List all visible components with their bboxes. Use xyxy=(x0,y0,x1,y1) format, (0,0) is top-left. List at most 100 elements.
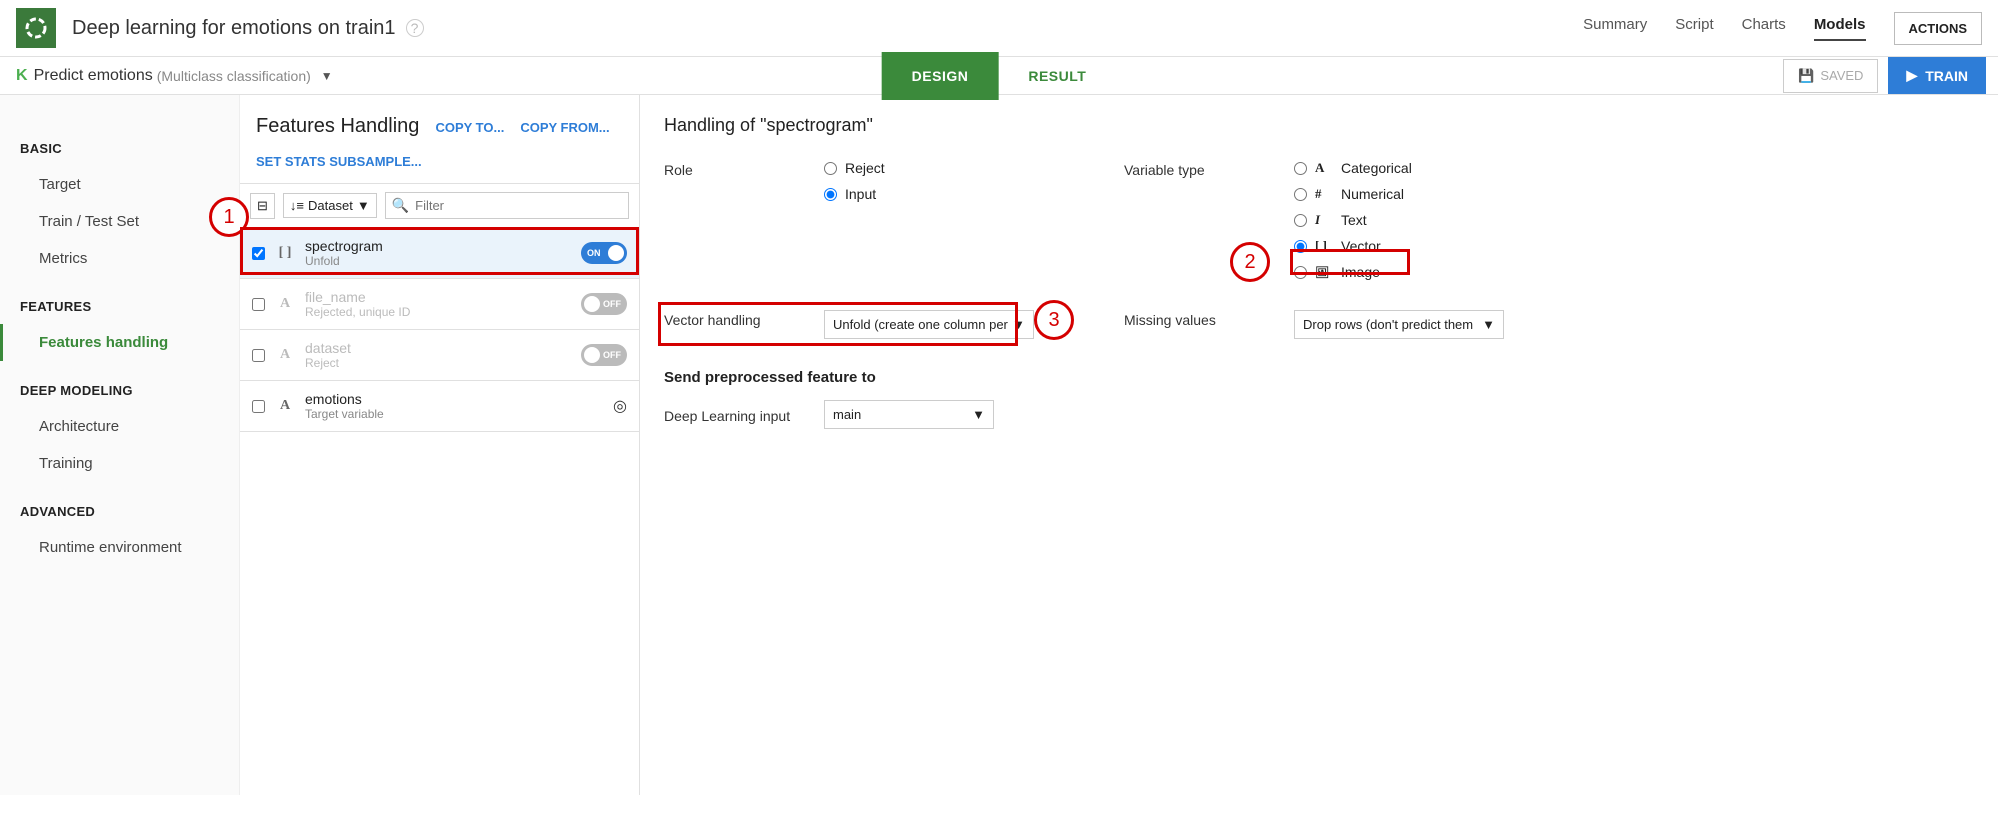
vartype-categorical[interactable]: A Categorical xyxy=(1294,160,1514,176)
vartype-text-radio[interactable] xyxy=(1294,214,1307,227)
vartype-vector[interactable]: [ ] Vector xyxy=(1294,238,1514,254)
feature-row-dataset[interactable]: A dataset Reject OFF xyxy=(240,330,639,381)
missing-values-value: Drop rows (don't predict them xyxy=(1303,317,1473,332)
feature-toggle[interactable]: ON xyxy=(581,242,627,264)
subsample-button[interactable]: SET STATS SUBSAMPLE... xyxy=(256,154,422,169)
saved-label: SAVED xyxy=(1820,68,1863,83)
vartype-numerical-radio[interactable] xyxy=(1294,188,1307,201)
text-type-icon: A xyxy=(275,347,295,363)
filter-input[interactable] xyxy=(415,198,622,213)
sidebar-section-features: FEATURES xyxy=(0,289,239,324)
role-input-radio[interactable] xyxy=(824,188,837,201)
sidebar-item-traintest[interactable]: Train / Test Set 1 xyxy=(0,203,239,240)
vartype-image-label: Image xyxy=(1341,264,1380,280)
help-icon[interactable]: ? xyxy=(406,19,424,37)
top-header: Deep learning for emotions on train1 ? S… xyxy=(0,0,1998,57)
numerical-icon: # xyxy=(1315,186,1333,202)
feature-checkbox[interactable] xyxy=(252,400,265,413)
tab-design[interactable]: DESIGN xyxy=(882,52,999,100)
role-input[interactable]: Input xyxy=(824,186,1104,202)
sub-caret-icon[interactable]: ▼ xyxy=(321,69,333,83)
filter-input-wrap[interactable]: 🔍 xyxy=(385,192,629,219)
vartype-radio-group: A Categorical # Numerical I Text xyxy=(1294,160,1514,280)
feature-name: file_name xyxy=(305,289,571,305)
sidebar-item-label: Train / Test Set xyxy=(39,213,139,230)
chevron-down-icon: ▼ xyxy=(357,198,370,213)
sub-header: K Predict emotions (Multiclass classific… xyxy=(0,57,1998,95)
feature-toggle[interactable]: OFF xyxy=(581,344,627,366)
toggle-off-text: OFF xyxy=(603,350,621,360)
sidebar-item-training[interactable]: Training xyxy=(0,445,239,482)
vartype-text[interactable]: I Text xyxy=(1294,212,1514,228)
tab-result[interactable]: RESULT xyxy=(998,52,1116,100)
dl-input-label: Deep Learning input xyxy=(664,406,804,424)
dl-input-row: Deep Learning input main ▼ xyxy=(664,400,1974,429)
tab-charts[interactable]: Charts xyxy=(1742,16,1786,41)
feature-row-spectrogram[interactable]: [ ] spectrogram Unfold ON xyxy=(240,228,639,279)
sub-right-actions: 💾 SAVED ▶ TRAIN xyxy=(1783,57,1998,94)
feature-checkbox[interactable] xyxy=(252,247,265,260)
sort-label: Dataset xyxy=(308,198,353,213)
vartype-image-radio[interactable] xyxy=(1294,266,1307,279)
annotation-2: 2 xyxy=(1230,242,1270,282)
vartype-label: Variable type xyxy=(1124,160,1274,178)
toggle-off-text: OFF xyxy=(603,299,621,309)
feature-sub: Rejected, unique ID xyxy=(305,305,571,319)
dl-input-select[interactable]: main ▼ xyxy=(824,400,994,429)
role-reject[interactable]: Reject xyxy=(824,160,1104,176)
role-reject-radio[interactable] xyxy=(824,162,837,175)
top-nav: Summary Script Charts Models ACTIONS xyxy=(1583,12,1982,45)
vartype-vector-radio[interactable] xyxy=(1294,240,1307,253)
vector-handling-value: Unfold (create one column per xyxy=(833,317,1008,332)
toggle-knob xyxy=(584,347,600,363)
play-icon: ▶ xyxy=(1906,67,1917,84)
feature-name: emotions xyxy=(305,391,603,407)
text-type-icon: A xyxy=(275,398,295,414)
sidebar-item-runtime[interactable]: Runtime environment xyxy=(0,529,239,566)
feature-row-emotions[interactable]: A emotions Target variable ◎ xyxy=(240,381,639,432)
copy-to-button[interactable]: COPY TO... xyxy=(435,120,504,135)
sidebar-item-architecture[interactable]: Architecture xyxy=(0,408,239,445)
actions-button[interactable]: ACTIONS xyxy=(1894,12,1983,45)
feature-info: emotions Target variable xyxy=(305,391,603,421)
sidebar: BASIC Target Train / Test Set 1 Metrics … xyxy=(0,95,240,795)
vartype-image[interactable]: Image xyxy=(1294,264,1514,280)
role-label: Role xyxy=(664,160,804,178)
feature-info: spectrogram Unfold xyxy=(305,238,571,268)
detail-grid: Role Reject Input Variable type A xyxy=(664,160,1974,280)
role-reject-label: Reject xyxy=(845,160,885,176)
feature-row-filename[interactable]: A file_name Rejected, unique ID OFF xyxy=(240,279,639,330)
feature-checkbox[interactable] xyxy=(252,349,265,362)
copy-from-button[interactable]: COPY FROM... xyxy=(520,120,609,135)
vartype-numerical[interactable]: # Numerical xyxy=(1294,186,1514,202)
feature-toggle[interactable]: OFF xyxy=(581,293,627,315)
target-icon: ◎ xyxy=(613,396,627,416)
chevron-down-icon: ▼ xyxy=(972,407,985,422)
sidebar-item-features-handling[interactable]: Features handling xyxy=(0,324,239,361)
vector-handling-select[interactable]: Unfold (create one column per ▼ xyxy=(824,310,1034,339)
toggle-on-text: ON xyxy=(587,248,601,258)
sidebar-item-target[interactable]: Target xyxy=(0,166,239,203)
tab-summary[interactable]: Summary xyxy=(1583,16,1647,41)
tab-models[interactable]: Models xyxy=(1814,16,1866,41)
feature-name: dataset xyxy=(305,340,571,356)
sub-title: Predict emotions xyxy=(34,67,153,85)
feature-checkbox[interactable] xyxy=(252,298,265,311)
search-icon: 🔍 xyxy=(392,197,409,214)
sort-dropdown[interactable]: ↓≡ Dataset ▼ xyxy=(283,193,377,218)
saved-button: 💾 SAVED xyxy=(1783,59,1878,93)
filter-bar: ⊟ ↓≡ Dataset ▼ 🔍 xyxy=(240,184,639,228)
chevron-down-icon: ▼ xyxy=(1482,317,1495,332)
toggle-knob xyxy=(584,296,600,312)
collapse-all-icon[interactable]: ⊟ xyxy=(250,193,275,219)
missing-values-select[interactable]: Drop rows (don't predict them ▼ xyxy=(1294,310,1504,339)
detail-title: Handling of "spectrogram" xyxy=(664,115,1974,136)
sub-meta: (Multiclass classification) xyxy=(157,68,311,84)
vector-type-icon: [ ] xyxy=(275,245,295,261)
feature-sub: Target variable xyxy=(305,407,603,421)
sidebar-item-metrics[interactable]: Metrics xyxy=(0,240,239,277)
tab-script[interactable]: Script xyxy=(1675,16,1713,41)
categorical-icon: A xyxy=(1315,160,1333,176)
train-button[interactable]: ▶ TRAIN xyxy=(1888,57,1986,94)
vartype-categorical-radio[interactable] xyxy=(1294,162,1307,175)
